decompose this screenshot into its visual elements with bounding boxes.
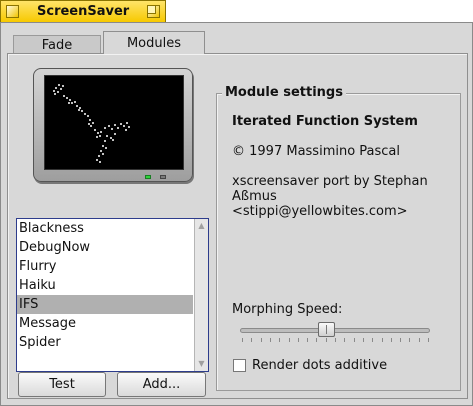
slider-tick: [307, 338, 309, 342]
slider-tick: [390, 338, 392, 342]
slider-tick: [372, 338, 374, 342]
slider-tick: [344, 338, 346, 342]
slider-tick: [335, 338, 336, 342]
test-button[interactable]: Test: [18, 372, 106, 397]
tab-bar: Fade Modules: [7, 31, 466, 54]
slider-tick: [362, 338, 364, 342]
module-settings-label: Module settings: [222, 85, 346, 100]
slider-tick: [279, 338, 281, 342]
close-icon[interactable]: [6, 5, 19, 18]
module-list[interactable]: Blackness DebugNow Flurry Haiku IFS Mess…: [16, 218, 209, 372]
slider-tick: [353, 338, 355, 342]
window-title-tab[interactable]: ScreenSaver: [0, 0, 166, 22]
slider-tick: [409, 338, 411, 342]
modules-panel: Blackness DebugNow Flurry Haiku IFS Mess…: [7, 53, 468, 399]
module-settings-group: [216, 93, 461, 391]
module-description: xscreensaver port by Stephan Aßmus <stip…: [232, 174, 428, 219]
preview-screen: [44, 75, 184, 170]
slider-tick: [381, 338, 383, 342]
window: Fade Modules Blackness DebugNow Flurry H…: [0, 22, 473, 406]
window-title: ScreenSaver: [37, 4, 130, 19]
tab-fade[interactable]: Fade: [13, 35, 101, 54]
render-dots-checkbox[interactable]: [233, 359, 246, 372]
preview-monitor: [33, 68, 193, 182]
power-led-icon: [145, 175, 151, 179]
tab-modules-label: Modules: [126, 35, 182, 51]
tab-modules[interactable]: Modules: [103, 31, 205, 54]
slider-tick: [288, 338, 290, 342]
slider-tick: [297, 338, 299, 342]
render-dots-label[interactable]: Render dots additive: [252, 358, 387, 373]
list-scrollbar[interactable]: ▲ ▼: [194, 219, 208, 371]
slider-tick: [400, 338, 402, 342]
list-item[interactable]: Flurry: [17, 257, 193, 276]
list-item[interactable]: Message: [17, 314, 193, 333]
slider-tick: [242, 338, 243, 342]
slider-tick: [316, 338, 318, 342]
list-item[interactable]: Blackness: [17, 219, 193, 238]
list-item[interactable]: Haiku: [17, 276, 193, 295]
scroll-up-icon[interactable]: ▲: [196, 220, 207, 232]
module-title: Iterated Function System: [232, 114, 418, 129]
morphing-speed-thumb[interactable]: [317, 322, 335, 337]
list-item-selected[interactable]: IFS: [17, 295, 193, 314]
slider-tick: [251, 338, 253, 342]
list-item[interactable]: DebugNow: [17, 238, 193, 257]
scroll-down-icon[interactable]: ▼: [196, 358, 207, 370]
tab-fade-label: Fade: [41, 37, 73, 53]
slider-tick: [325, 338, 327, 342]
list-item[interactable]: Spider: [17, 333, 193, 352]
morphing-speed-label: Morphing Speed:: [232, 302, 343, 317]
status-led-icon: [160, 175, 166, 179]
slider-ticks: [242, 338, 429, 342]
module-copyright: © 1997 Massimino Pascal: [232, 144, 401, 159]
add-button[interactable]: Add...: [117, 372, 206, 397]
morphing-speed-track[interactable]: [240, 328, 430, 333]
zoom-icon[interactable]: [147, 5, 160, 18]
slider-tick: [269, 338, 271, 342]
slider-tick: [418, 338, 420, 342]
slider-tick: [428, 338, 429, 342]
slider-tick: [260, 338, 262, 342]
ifs-preview-graphic: [53, 84, 130, 163]
